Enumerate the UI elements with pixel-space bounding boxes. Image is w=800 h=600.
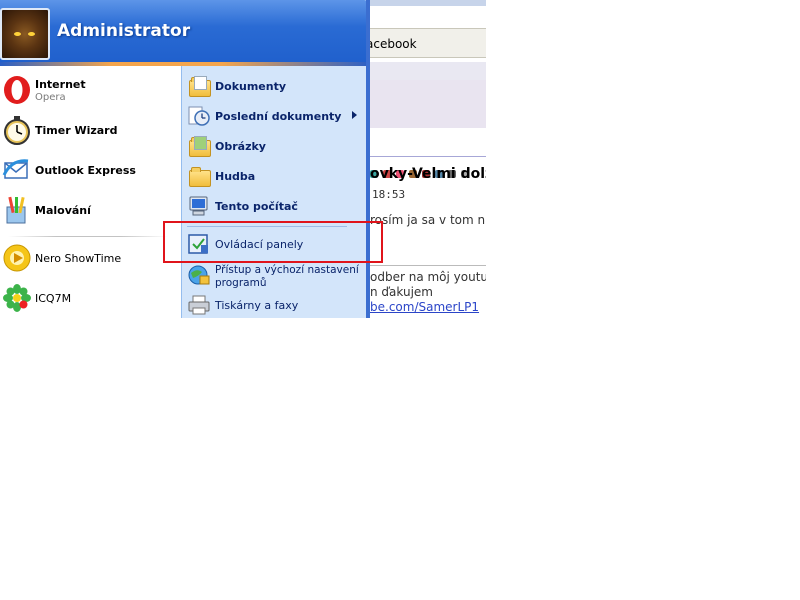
- start-menu: Administrator Internet Opera Timer Wizar…: [0, 0, 383, 318]
- program-item-paint[interactable]: Malování: [0, 193, 181, 229]
- program-sublabel: Opera: [35, 92, 66, 103]
- pinned-separator: [8, 236, 168, 237]
- system-label: Tiskárny a faxy: [215, 299, 299, 312]
- music-folder-icon: [187, 165, 211, 187]
- program-label: ICQ7M: [35, 292, 72, 305]
- browser-title-strip: [370, 0, 486, 6]
- place-label: Dokumenty: [215, 80, 287, 93]
- background-browser-window: acebook ovky-Velmi dolzit 18:53 rosím ja…: [366, 0, 486, 318]
- browser-band: [370, 62, 486, 80]
- place-item-recent-documents[interactable]: Poslední dokumenty: [187, 102, 367, 130]
- user-name: Administrator: [57, 21, 191, 41]
- system-item-printers[interactable]: Tiskárny a faxy: [187, 291, 367, 318]
- stopwatch-icon: [4, 116, 30, 145]
- avatar-eye: [28, 32, 35, 36]
- screenshot: acebook ovky-Velmi dolzit 18:53 rosím ja…: [0, 0, 486, 318]
- divider: [370, 156, 486, 157]
- place-item-documents[interactable]: Dokumenty: [187, 72, 367, 100]
- place-item-pictures[interactable]: Obrázky: [187, 132, 367, 160]
- my-computer-icon: [187, 195, 211, 217]
- documents-folder-icon: [187, 75, 211, 97]
- outlook-express-icon: [2, 159, 29, 179]
- program-item-nero-showtime[interactable]: Nero ShowTime: [0, 241, 181, 277]
- place-item-my-computer[interactable]: Tento počítač: [187, 192, 367, 220]
- program-label: Internet: [35, 78, 86, 91]
- place-label: Obrázky: [215, 140, 266, 153]
- program-item-timer-wizard[interactable]: Timer Wizard: [0, 113, 181, 149]
- post-body: rosím ja sa v tom n: [370, 213, 486, 227]
- signature-divider: [370, 265, 486, 266]
- start-menu-header: Administrator: [0, 0, 370, 66]
- system-label: Přístup a výchozí nastavení programů: [215, 264, 359, 289]
- browser-bookmark-bar: acebook: [366, 28, 486, 58]
- forum-toolbar: [370, 80, 486, 178]
- signature-line: n ďakujem: [370, 285, 433, 299]
- red-annotation-box: [163, 221, 383, 263]
- icq-flower-icon: [3, 284, 31, 312]
- place-label: Tento počítač: [215, 200, 298, 213]
- post-time: 18:53: [372, 188, 406, 201]
- program-label: Malování: [35, 204, 91, 217]
- program-item-icq[interactable]: ICQ7M: [0, 281, 181, 317]
- program-label: Timer Wizard: [35, 124, 118, 137]
- submenu-arrow-icon: [352, 111, 357, 119]
- paint-icon: [6, 196, 26, 224]
- pictures-folder-icon: [187, 135, 211, 157]
- opera-icon: [4, 76, 30, 104]
- post-title: ovky-Velmi dolzit: [370, 166, 486, 182]
- program-item-outlook-express[interactable]: Outlook Express: [0, 153, 181, 189]
- program-access-icon: [187, 264, 211, 286]
- program-item-internet[interactable]: Internet Opera: [0, 73, 181, 109]
- place-item-music[interactable]: Hudba: [187, 162, 367, 190]
- place-label: Hudba: [215, 170, 256, 183]
- youtube-link[interactable]: be.com/SamerLP1: [370, 300, 479, 314]
- program-label: Nero ShowTime: [35, 252, 122, 265]
- recent-documents-icon: [187, 105, 211, 127]
- user-avatar[interactable]: [0, 8, 50, 60]
- nero-icon: [3, 244, 31, 272]
- bookmark-facebook[interactable]: acebook: [366, 37, 417, 51]
- system-item-program-access[interactable]: Přístup a výchozí nastavení programů: [187, 261, 367, 289]
- printers-icon: [187, 294, 211, 316]
- avatar-eye: [14, 32, 21, 36]
- signature-line: odber na môj youtul: [370, 270, 486, 284]
- place-label: Poslední dokumenty: [215, 110, 342, 123]
- program-label: Outlook Express: [35, 164, 136, 177]
